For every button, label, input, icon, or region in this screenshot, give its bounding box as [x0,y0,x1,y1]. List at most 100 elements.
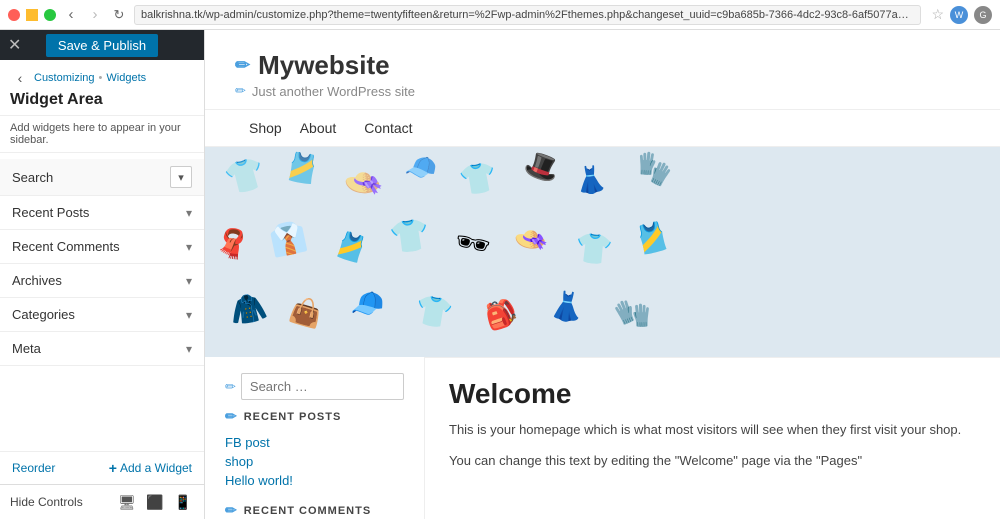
sidebar-post-item-3[interactable]: Hello world! [225,471,404,490]
tab-close-button[interactable] [8,9,20,21]
sidebar-post-item-2[interactable]: shop [225,452,404,471]
clothing-item-3: 👒 [340,162,387,208]
site-title: ✏ Mywebsite [235,50,970,81]
categories-label: Categories [12,307,75,322]
breadcrumb-child[interactable]: Widgets [106,72,146,84]
clothing-item-1: 👕 [221,152,269,199]
add-icon: + [109,460,117,476]
extension-icon-1[interactable]: W [950,6,968,24]
hide-controls-label[interactable]: Hide Controls [10,495,110,509]
browser-refresh[interactable]: ↻ [110,6,128,24]
add-widget-button[interactable]: + Add a Widget [109,460,192,476]
clothing-item-6: 🎩 [520,147,564,188]
welcome-para-2: You can change this text by editing the … [449,451,976,472]
content-area: ✏ ✏ RECENT POSTS FB post shop Hello worl… [205,357,1000,519]
clothing-item-17: 🧥 [227,289,270,330]
sidebar-search-icon: ✏ [225,379,236,395]
browser-back[interactable]: ‹ [62,6,80,24]
archives-arrow: ▾ [186,274,192,288]
sidebar-post-list: FB post shop Hello world! [225,433,404,490]
clothing-item-8: 🧤 [631,148,676,191]
widget-item-categories[interactable]: Categories ▾ [0,298,204,332]
add-widget-label: Add a Widget [120,461,192,475]
address-text: balkrishna.tk/wp-admin/customize.php?the… [141,9,914,21]
reorder-link[interactable]: Reorder [12,461,55,475]
sidebar-search-input[interactable] [241,373,404,400]
mobile-view-icon[interactable]: 📱 [172,491,194,513]
tagline-text: Just another WordPress site [252,84,415,99]
recent-comments-arrow: ▾ [186,240,192,254]
widget-actions: Reorder + Add a Widget [0,451,204,484]
nav-item-shop[interactable]: Shop [235,114,296,142]
widget-item-archives[interactable]: Archives ▾ [0,264,204,298]
search-widget-expand[interactable]: ▾ [170,166,192,188]
tagline-edit-icon[interactable]: ✏ [235,83,246,99]
sidebar-recent-comments-section: ✏ RECENT COMMENTS A WordPress Commenter … [225,502,404,519]
search-widget-label: Search [12,170,53,185]
browser-top-bar: ‹ › ↻ balkrishna.tk/wp-admin/customize.p… [0,0,1000,30]
site-nav: Shop About Contact [205,109,1000,147]
clothing-item-11: 🎽 [331,228,371,267]
hero-image-area: 👕 🎽 👒 🧢 👕 🎩 👗 🧤 🧣 👔 🎽 👕 🕶 👒 👕 🎽 🧥 👜 [205,147,1000,357]
bookmark-icon[interactable]: ☆ [931,6,944,23]
recent-comments-label: Recent Comments [12,239,120,254]
clothing-item-20: 👕 [412,292,455,333]
site-tagline: ✏ Just another WordPress site [235,83,970,99]
site-title-edit-icon[interactable]: ✏ [235,55,250,76]
clothing-item-21: 🎒 [481,294,522,334]
wp-admin-bar: ✕ Save & Publish [0,30,204,60]
recent-comments-section-title: ✏ RECENT COMMENTS [225,502,404,519]
widget-item-search[interactable]: Search ▾ [0,159,204,196]
widget-item-recent-comments[interactable]: Recent Comments ▾ [0,230,204,264]
breadcrumb: Customizing • Widgets [34,72,146,84]
sidebar-search-wrapper: ✏ [225,373,404,400]
meta-label: Meta [12,341,41,356]
clothing-item-22: 👗 [548,288,587,326]
tab-minimize-button[interactable] [26,9,38,21]
nav-item-contact[interactable]: Contact [350,114,426,142]
archives-label: Archives [12,273,62,288]
close-panel-icon[interactable]: ✕ [8,35,21,55]
categories-arrow: ▾ [186,308,192,322]
clothing-item-5: 👕 [457,159,500,200]
welcome-para-1: This is your homepage which is what most… [449,420,976,441]
recent-posts-section-icon: ✏ [225,408,238,425]
site-title-text: Mywebsite [258,50,390,81]
breadcrumb-root[interactable]: Customizing [34,72,95,84]
clothing-item-23: 🧤 [612,293,656,335]
browser-forward[interactable]: › [86,6,104,24]
main-content: Welcome This is your homepage which is w… [425,357,1000,519]
back-button[interactable]: ‹ [10,68,30,88]
clothing-item-16: 🎽 [632,218,674,258]
clothing-item-10: 👔 [267,218,311,260]
sidebar-post-item-1[interactable]: FB post [225,433,404,452]
widget-item-meta[interactable]: Meta ▾ [0,332,204,366]
clothing-item-12: 👕 [388,214,433,257]
extension-icon-2[interactable]: G [974,6,992,24]
clothing-item-14: 👒 [511,221,551,260]
sidebar-preview: ✏ ✏ RECENT POSTS FB post shop Hello worl… [205,357,425,519]
meta-arrow: ▾ [186,342,192,356]
desktop-view-icon[interactable]: 🖥 [116,491,138,513]
tab-maximize-button[interactable] [44,9,56,21]
clothing-item-18: 👜 [286,293,326,332]
clothing-item-4: 🧢 [404,151,439,185]
tablet-view-icon[interactable]: ⬛ [144,491,166,513]
preview-area: ✏ Mywebsite ✏ Just another WordPress sit… [205,30,1000,519]
clothing-item-9: 🧣 [213,225,252,263]
clothing-item-7: 👗 [574,164,609,198]
widget-item-recent-posts[interactable]: Recent Posts ▾ [0,196,204,230]
recent-posts-arrow: ▾ [186,206,192,220]
recent-posts-label: Recent Posts [12,205,89,220]
address-bar[interactable]: balkrishna.tk/wp-admin/customize.php?the… [134,5,921,25]
recent-comments-section-label: RECENT COMMENTS [244,505,371,517]
save-publish-button[interactable]: Save & Publish [46,34,158,57]
clothing-item-2: 🎽 [282,149,322,188]
nav-item-about[interactable]: About [296,114,351,142]
clothing-item-15: 👕 [573,230,614,269]
customize-header: ‹ Customizing • Widgets Widget Area [0,60,204,116]
recent-posts-section-title: ✏ RECENT POSTS [225,408,404,425]
website-preview: ✏ Mywebsite ✏ Just another WordPress sit… [205,30,1000,519]
welcome-title: Welcome [449,378,976,410]
left-panel: ✕ Save & Publish ‹ Customizing • Widgets… [0,30,205,519]
